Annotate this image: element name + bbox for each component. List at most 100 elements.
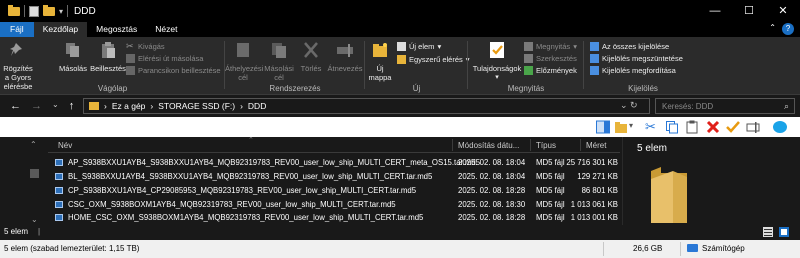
- file-modified: 2025. 02. 08. 18:30: [458, 200, 526, 209]
- select-none-button[interactable]: Kijelölés megszüntetése: [590, 54, 683, 63]
- column-size[interactable]: Méret: [586, 141, 606, 150]
- preview-pane-icon[interactable]: [596, 120, 610, 134]
- dropdown-icon[interactable]: ▾: [629, 121, 633, 130]
- copy-icon[interactable]: [665, 120, 679, 134]
- recent-dropdown-icon[interactable]: ⌄: [52, 100, 59, 112]
- tab-file[interactable]: Fájl: [0, 22, 34, 37]
- file-size: 1 013 061 KB: [570, 200, 618, 209]
- delete-x-icon[interactable]: [706, 120, 720, 134]
- column-type[interactable]: Típus: [536, 141, 556, 150]
- file-row[interactable]: CP_S938BXXU1AYB4_CP29085953_MQB92319783_…: [48, 184, 620, 197]
- breadcrumb[interactable]: › Ez a gép › STORAGE SSD (F:) › DDD: [83, 98, 650, 114]
- status-size: 26,6 GB: [633, 244, 663, 253]
- easy-access-label: Egyszerű elérés: [409, 55, 463, 64]
- breadcrumb-separator-icon: ›: [150, 101, 154, 111]
- copy-to-label: Másolási cél: [264, 64, 294, 82]
- close-button[interactable]: ✕: [766, 0, 800, 22]
- divider: [452, 139, 453, 151]
- new-folder-icon[interactable]: [614, 120, 628, 134]
- search-input[interactable]: Keresés: DDD ⌕: [655, 98, 795, 114]
- paste-icon: [102, 42, 115, 58]
- new-folder-quick-icon[interactable]: [43, 4, 55, 16]
- copy-path-button[interactable]: Elérési út másolása: [126, 54, 203, 63]
- checkmark-icon[interactable]: [726, 120, 740, 134]
- file-row[interactable]: AP_S938BXXU1AYB4_S938BXXU1AYB4_MQB923197…: [48, 156, 620, 169]
- tab-home[interactable]: Kezdőlap: [33, 22, 88, 37]
- copy-to-button[interactable]: Másolási cél: [261, 41, 297, 82]
- move-to-button[interactable]: Áthelyezési cél: [225, 41, 264, 82]
- folder-icon: [651, 167, 687, 223]
- minimize-button[interactable]: —: [698, 0, 732, 22]
- column-name[interactable]: Név: [58, 141, 72, 150]
- new-item-label: Új elem: [409, 42, 435, 51]
- maximize-button[interactable]: ☐: [732, 0, 766, 22]
- column-modified[interactable]: Módosítás dátu...: [458, 141, 519, 150]
- file-size: 129 271 KB: [577, 172, 618, 181]
- item-count: 5 elem: [4, 227, 29, 236]
- collapse-ribbon-icon[interactable]: ⌃: [769, 23, 776, 32]
- quick-access-toolbar: ▾: [0, 0, 69, 22]
- copy-button[interactable]: Másolás: [58, 41, 88, 73]
- md5-file-icon: [55, 159, 63, 166]
- file-size: 1 013 001 KB: [570, 213, 618, 222]
- open-button[interactable]: Megnyitás ▾: [524, 42, 577, 51]
- select-all-button[interactable]: Az összes kijelölése: [590, 42, 669, 51]
- file-name: HOME_CSC_OXM_S938BOXM1AYB4_MQB92319783_R…: [68, 213, 424, 222]
- up-arrow-icon[interactable]: ↑: [69, 100, 75, 112]
- tab-share[interactable]: Megosztás: [87, 22, 146, 37]
- scissors-icon[interactable]: ✂: [645, 120, 659, 134]
- divider: [580, 139, 581, 151]
- cloud-icon[interactable]: [772, 120, 788, 134]
- item-count-bar: 5 elem |: [0, 225, 800, 239]
- group-open: Tulajdonságok ▾ Megnyitás ▾ Szerkesztés …: [468, 37, 584, 95]
- file-modified: 2025. 02. 08. 18:04: [458, 158, 526, 167]
- scroll-down-icon[interactable]: ⌄: [31, 215, 38, 224]
- details-view-icon[interactable]: [763, 227, 773, 237]
- group-clipboard: Rögzítés a Gyors elérésbe Másolás Beille…: [0, 37, 225, 95]
- paste-icon[interactable]: [685, 120, 699, 134]
- edit-button[interactable]: Szerkesztés: [524, 54, 577, 63]
- breadcrumb-ddd[interactable]: DDD: [248, 101, 266, 111]
- nav-item-icon[interactable]: [30, 169, 39, 178]
- folder-icon: [8, 4, 20, 16]
- navigation-pane[interactable]: ⌃ ⌄: [0, 137, 48, 225]
- cut-button[interactable]: ✂ Kivágás: [126, 42, 165, 52]
- group-label-open: Megnyitás: [507, 84, 545, 93]
- easy-access-button[interactable]: Egyszerű elérés ▾: [397, 55, 470, 64]
- history-button[interactable]: Előzmények: [524, 66, 577, 75]
- group-select: Az összes kijelölése Kijelölés megszünte…: [584, 37, 702, 95]
- breadcrumb-storage-ssd[interactable]: STORAGE SSD (F:): [158, 101, 235, 111]
- help-icon[interactable]: ?: [782, 23, 794, 35]
- back-arrow-icon[interactable]: ←: [10, 100, 21, 112]
- rename-button[interactable]: Átnevezés: [327, 41, 363, 73]
- paste-label: Beillesztés: [90, 64, 126, 73]
- customize-dropdown-icon[interactable]: ▾: [59, 7, 63, 16]
- status-bar: 5 elem (szabad lemezterület: 1,15 TB) 26…: [0, 240, 800, 258]
- file-row[interactable]: BL_S938BXXU1AYB4_S938BXXU1AYB4_MQB923197…: [48, 170, 620, 183]
- paste-button[interactable]: Beillesztés: [90, 41, 126, 73]
- properties-button[interactable]: Tulajdonságok ▾: [470, 41, 524, 82]
- file-type: MD5 fájl: [536, 213, 565, 222]
- copy-to-icon: [272, 43, 286, 58]
- paste-shortcut-button[interactable]: Parancsikon beillesztése: [126, 66, 221, 75]
- invert-selection-button[interactable]: Kijelölés megfordítása: [590, 66, 676, 75]
- new-folder-button[interactable]: Új mappa: [367, 41, 393, 82]
- file-name: CSC_OXM_S938BOXM1AYB4_MQB92319783_REV00_…: [68, 200, 396, 209]
- file-row[interactable]: HOME_CSC_OXM_S938BOXM1AYB4_MQB92319783_R…: [48, 211, 620, 224]
- collapse-chevron-icon[interactable]: ⌃: [30, 140, 37, 149]
- breadcrumb-this-pc[interactable]: Ez a gép: [112, 101, 146, 111]
- tab-view[interactable]: Nézet: [146, 22, 186, 37]
- delete-button[interactable]: Törlés: [298, 41, 324, 73]
- status-text: 5 elem (szabad lemezterület: 1,15 TB): [4, 244, 140, 253]
- copy-label: Másolás: [59, 64, 87, 73]
- dropdown-icon: ▾: [495, 74, 499, 81]
- move-to-label: Áthelyezési cél: [225, 64, 264, 82]
- rename-icon[interactable]: [746, 120, 760, 134]
- file-row[interactable]: CSC_OXM_S938BOXM1AYB4_MQB92319783_REV00_…: [48, 198, 620, 211]
- new-item-button[interactable]: Új elem ▾: [397, 42, 441, 51]
- divider: [24, 5, 25, 17]
- forward-arrow-icon[interactable]: →: [31, 100, 42, 112]
- properties-quick-icon[interactable]: [29, 5, 39, 17]
- refresh-icon[interactable]: ⌄ ↻: [620, 100, 638, 111]
- large-icons-view-icon[interactable]: [779, 227, 789, 237]
